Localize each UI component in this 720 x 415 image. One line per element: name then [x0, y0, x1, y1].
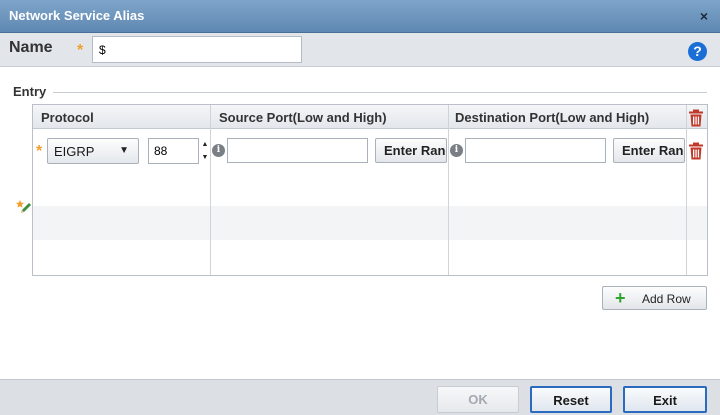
entry-section-label: Entry	[13, 84, 47, 99]
required-star-icon: *	[36, 143, 43, 160]
close-icon[interactable]: ×	[697, 8, 711, 24]
dialog-titlebar: Network Service Alias ×	[0, 0, 720, 33]
name-input[interactable]	[92, 36, 302, 63]
ok-button[interactable]: OK	[437, 386, 519, 413]
protocol-number-input[interactable]	[148, 138, 199, 164]
column-divider	[686, 105, 687, 275]
entry-divider	[53, 92, 707, 93]
column-divider	[210, 105, 211, 275]
spinner-down-icon[interactable]: ▼	[200, 151, 210, 164]
reset-button[interactable]: Reset	[530, 386, 612, 413]
column-divider	[448, 105, 449, 275]
add-row-label: Add Row	[642, 292, 691, 306]
col-header-destination-port: Destination Port(Low and High)	[455, 110, 650, 125]
name-label: Name	[9, 39, 53, 56]
info-icon: i	[450, 144, 463, 157]
spinner-up-icon[interactable]: ▲	[200, 138, 210, 151]
help-icon[interactable]: ?	[688, 42, 707, 61]
delete-all-trash-icon[interactable]	[688, 109, 704, 127]
col-header-protocol: Protocol	[41, 110, 94, 125]
col-header-source-port: Source Port(Low and High)	[219, 110, 387, 125]
chevron-down-icon: ▼	[119, 145, 129, 156]
grid-header: Protocol Source Port(Low and High) Desti…	[33, 105, 707, 129]
name-bar: Name * ?	[0, 33, 720, 67]
add-row-button[interactable]: + Add Row	[602, 286, 707, 310]
protocol-selected-value: EIGRP	[54, 144, 95, 159]
source-enter-range-button[interactable]: Enter Range	[375, 138, 447, 163]
dialog-title: Network Service Alias	[9, 8, 145, 23]
destination-enter-range-button[interactable]: Enter Range	[613, 138, 685, 163]
required-star-icon: *	[77, 42, 84, 59]
destination-port-input[interactable]	[465, 138, 606, 163]
source-port-input[interactable]	[227, 138, 368, 163]
grid-row-stripe	[33, 206, 707, 240]
protocol-number-spinner[interactable]: ▲ ▼	[200, 138, 210, 164]
entry-grid: Protocol Source Port(Low and High) Desti…	[32, 104, 708, 276]
delete-row-trash-icon[interactable]	[688, 142, 704, 160]
info-icon: i	[212, 144, 225, 157]
edit-pencil-icon[interactable]	[16, 199, 32, 215]
plus-icon: +	[615, 288, 626, 308]
protocol-select[interactable]: EIGRP ▼	[47, 138, 139, 164]
exit-button[interactable]: Exit	[623, 386, 707, 413]
dialog-footer: OK Reset Exit	[0, 379, 720, 415]
